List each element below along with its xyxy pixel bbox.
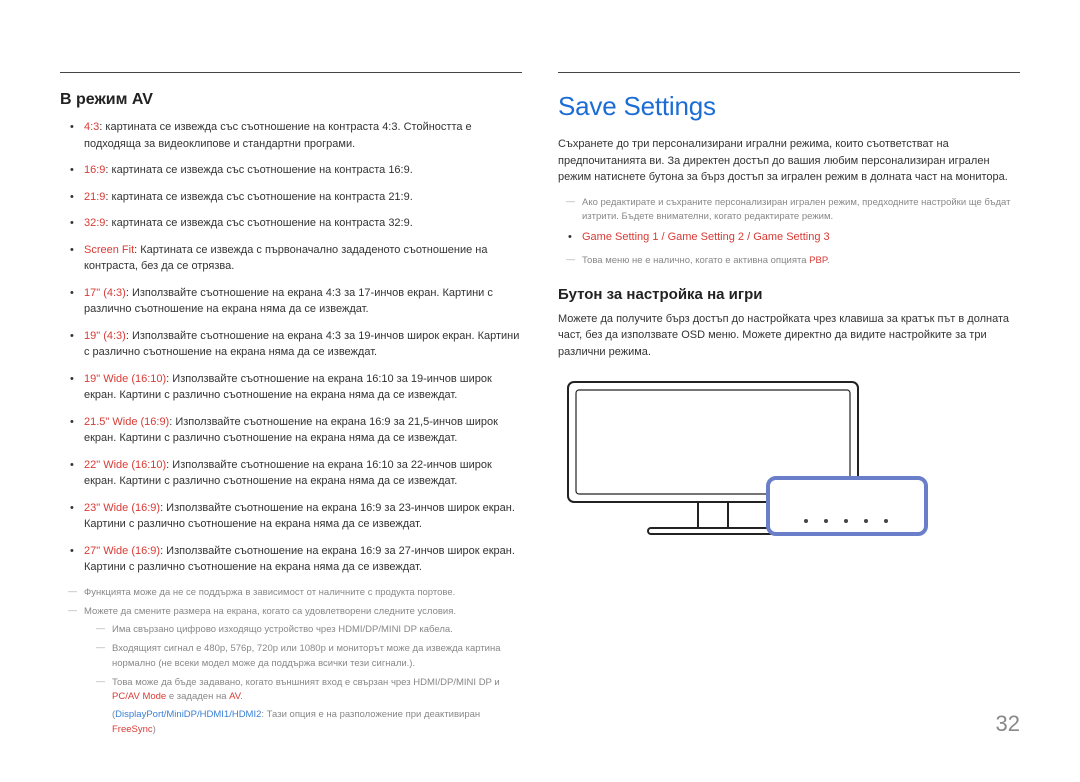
av-mode-heading: В режим AV xyxy=(60,91,522,109)
left-column: В режим AV 4:3: картината се извежда със… xyxy=(60,72,522,742)
av-mode-list: 4:3: картината се извежда със съотношени… xyxy=(60,119,522,576)
list-item: 32:9: картината се извежда със съотношен… xyxy=(74,215,522,232)
footnotes-nested: Има свързано цифрово изходящо устройство… xyxy=(84,623,522,737)
footnotes: Функцията може да не се поддържа в завис… xyxy=(60,586,522,737)
list-item: 4:3: картината се извежда със съотношени… xyxy=(74,119,522,152)
game-settings-list: Game Setting 1 / Game Setting 2 / Game S… xyxy=(558,229,1020,246)
footnote: Има свързано цифрово изходящо устройство… xyxy=(102,623,522,637)
list-item: 21:9: картината се извежда със съотношен… xyxy=(74,189,522,206)
save-note: Ако редактирате и съхраните персонализир… xyxy=(558,196,1020,225)
pbp-note: Това меню не е налично, когато е активна… xyxy=(558,254,1020,268)
list-item: 17" (4:3): Използвайте съотношение на ек… xyxy=(74,285,522,318)
list-item: Screen Fit: Картината се извежда с първо… xyxy=(74,242,522,275)
save-settings-title: Save Settings xyxy=(558,91,1020,122)
list-item: 19" (4:3): Използвайте съотношение на ек… xyxy=(74,328,522,361)
monitor-icon xyxy=(558,374,938,554)
list-item: 19" Wide (16:10): Използвайте съотношени… xyxy=(74,371,522,404)
list-item: 23" Wide (16:9): Използвайте съотношение… xyxy=(74,500,522,533)
list-item: Game Setting 1 / Game Setting 2 / Game S… xyxy=(572,229,1020,246)
list-item: 16:9: картината се извежда със съотношен… xyxy=(74,162,522,179)
game-button-text: Можете да получите бърз достъп до настро… xyxy=(558,311,1020,361)
list-item: 27" Wide (16:9): Използвайте съотношение… xyxy=(74,543,522,576)
list-item: 21.5" Wide (16:9): Използвайте съотношен… xyxy=(74,414,522,447)
right-column: Save Settings Съхранете до три персонали… xyxy=(558,72,1020,742)
list-item: 22" Wide (16:10): Използвайте съотношени… xyxy=(74,457,522,490)
footnote: Входящият сигнал е 480p, 576p, 720p или … xyxy=(102,642,522,671)
footnote: Можете да смените размера на екрана, ког… xyxy=(74,605,522,737)
footnote: Ако редактирате и съхраните персонализир… xyxy=(572,196,1020,225)
footnote: Функцията може да не се поддържа в завис… xyxy=(74,586,522,600)
footnote: Това може да бъде задавано, когато външн… xyxy=(102,676,522,737)
monitor-figure xyxy=(558,374,938,554)
game-button-heading: Бутон за настройка на игри xyxy=(558,286,1020,303)
page-number: 32 xyxy=(996,711,1020,737)
footnote: Това меню не е налично, когато е активна… xyxy=(572,254,1020,268)
save-settings-intro: Съхранете до три персонализирани игрални… xyxy=(558,136,1020,186)
